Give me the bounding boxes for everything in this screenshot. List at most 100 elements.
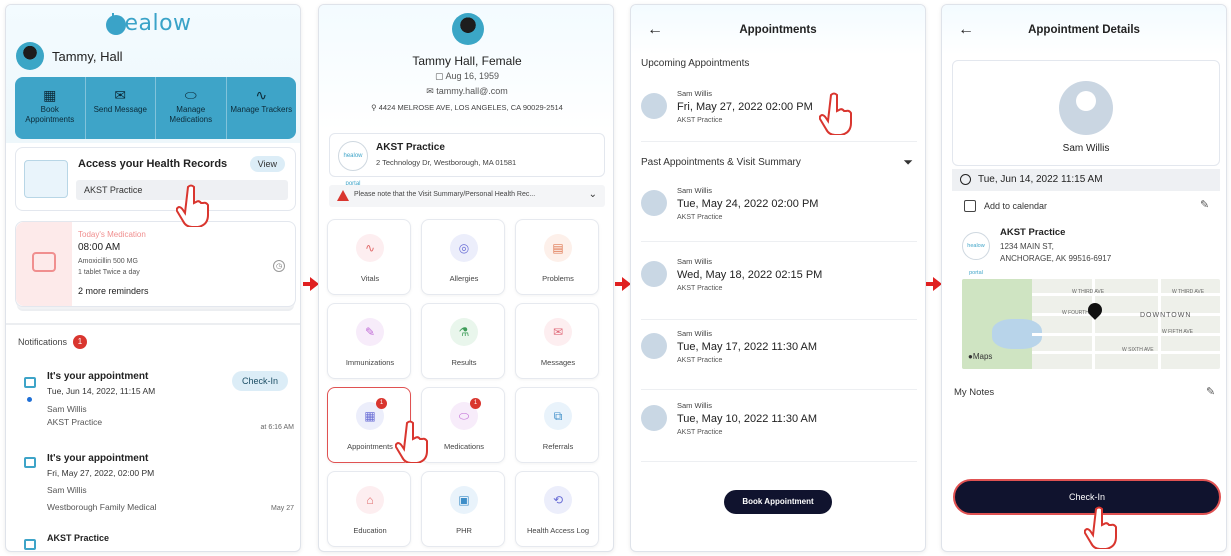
tile-education[interactable]: ⌂ Education xyxy=(327,471,411,547)
flow-arrow-icon xyxy=(615,276,631,292)
tile-problems[interactable]: ▤ Problems xyxy=(515,219,599,295)
patient-name: Tammy Hall, Female xyxy=(412,54,522,68)
page-title: Appointments xyxy=(739,24,817,36)
book-appointments-button[interactable]: ▦ Book Appointments xyxy=(15,77,86,139)
tile-referrals[interactable]: ⧉ Referrals xyxy=(515,387,599,463)
my-notes-label: My Notes xyxy=(954,387,995,398)
pulse-icon: ∿ xyxy=(255,87,268,103)
notifications-header: Notifications 1 xyxy=(18,335,88,349)
appointment-item-past[interactable]: Sam Willis Tue, May 24, 2022 02:00 PM AK… xyxy=(641,186,913,230)
divider xyxy=(6,323,300,325)
filter-icon[interactable]: ⏷ xyxy=(903,155,913,170)
tile-health-access-log[interactable]: ⟲ Health Access Log xyxy=(515,471,599,547)
medications-badge: 1 xyxy=(470,398,481,409)
tile-phr[interactable]: ▣ PHR xyxy=(421,471,505,547)
pencil-icon[interactable]: ✎ xyxy=(1206,385,1215,398)
appointment-item-past[interactable]: Sam Willis Wed, May 18, 2022 02:15 PM AK… xyxy=(641,257,913,301)
calendar-search-icon: ▦ xyxy=(43,87,57,103)
calendar-icon xyxy=(24,457,36,468)
flow-arrow-icon xyxy=(926,276,942,292)
medication-icon xyxy=(32,252,56,272)
avatar xyxy=(16,42,44,70)
calendar-icon xyxy=(24,377,36,388)
tile-label: Results xyxy=(451,358,477,367)
user-profile-row[interactable]: Tammy, Hall xyxy=(16,42,123,70)
practice-logo: healow portal xyxy=(962,232,990,276)
send-message-button[interactable]: ✉ Send Message xyxy=(86,77,156,139)
access-log-icon: ⟲ xyxy=(544,486,572,514)
tile-medications[interactable]: ⬭ 1 Medications xyxy=(421,387,505,463)
appointment-datetime: Tue, May 10, 2022 11:30 AM xyxy=(677,413,818,425)
appointment-datetime-bar: Tue, Jun 14, 2022 11:15 AM xyxy=(952,169,1220,191)
warning-icon xyxy=(337,190,349,201)
email-text: tammy.hall@.com xyxy=(436,86,508,96)
records-folder-icon xyxy=(24,160,68,198)
tile-label: Education xyxy=(353,526,387,535)
map-street-label: W THIRD AVE xyxy=(1172,289,1205,295)
appointment-datetime: Tue, May 17, 2022 11:30 AM xyxy=(677,341,818,353)
more-reminders-link[interactable]: 2 more reminders xyxy=(78,286,149,296)
location-map[interactable]: W THIRD AVE W THIRD AVE W FOURTH AVE W F… xyxy=(962,279,1220,369)
tile-vitals[interactable]: ∿ Vitals xyxy=(327,219,411,295)
tile-messages[interactable]: ✉ Messages xyxy=(515,303,599,379)
appointment-item-past[interactable]: Sam Willis Tue, May 10, 2022 11:30 AM AK… xyxy=(641,401,913,445)
medication-card[interactable]: Today's Medication 08:00 AM Amoxicillin … xyxy=(15,221,296,307)
notice-banner[interactable]: Please note that the Visit Summary/Perso… xyxy=(329,185,605,207)
practice-card[interactable]: healow portal AKST Practice 2 Technology… xyxy=(329,133,605,187)
appointment-datetime: Tue, May 24, 2022 02:00 PM xyxy=(677,198,819,210)
flow-arrow-icon xyxy=(303,276,319,292)
book-appointment-button[interactable]: Book Appointment xyxy=(724,490,832,514)
appointment-item-past[interactable]: Sam Willis Tue, May 17, 2022 11:30 AM AK… xyxy=(641,329,913,373)
patient-dashboard-screen: Tammy Hall, Female ▢ Aug 16, 1959 ✉ tamm… xyxy=(318,4,614,552)
envelope-icon: ✉ xyxy=(426,86,437,96)
appointment-doctor: Sam Willis xyxy=(677,329,712,338)
health-records-card[interactable]: Access your Health Records View AKST Pra… xyxy=(15,147,296,211)
tile-results[interactable]: ⚗ Results xyxy=(421,303,505,379)
manage-medications-button[interactable]: ⬭ Manage Medications xyxy=(156,77,227,139)
appointment-doctor: Sam Willis xyxy=(677,186,712,195)
notification-time: May 27 xyxy=(271,505,294,512)
divider xyxy=(641,241,917,242)
chevron-down-icon[interactable]: ⌄ xyxy=(589,189,597,200)
manage-trackers-button[interactable]: ∿ Manage Trackers xyxy=(227,77,297,139)
appointment-datetime: Fri, May 27, 2022 02:00 PM xyxy=(677,101,813,113)
tile-immunizations[interactable]: ✎ Immunizations xyxy=(327,303,411,379)
map-road xyxy=(1032,313,1220,316)
app-logo: healow xyxy=(110,11,192,36)
view-records-button[interactable]: View xyxy=(249,156,285,172)
tile-allergies[interactable]: ◎ Allergies xyxy=(421,219,505,295)
medication-name: Amoxicillin 500 MG xyxy=(78,258,138,265)
practice-name: AKST Practice xyxy=(376,142,445,153)
phr-icon: ▣ xyxy=(450,486,478,514)
qa-label: Manage Medications xyxy=(169,105,213,124)
flask-icon: ⚗ xyxy=(450,318,478,346)
envelope-icon: ✉ xyxy=(544,318,572,346)
check-in-button[interactable]: Check-In xyxy=(232,371,289,391)
calendar-plus-icon[interactable] xyxy=(964,200,976,212)
patient-email: ✉ tammy.hall@.com xyxy=(319,86,613,97)
maps-brand: Maps xyxy=(972,352,993,361)
tile-label: Referrals xyxy=(542,442,574,451)
appointment-item-upcoming[interactable]: Sam Willis Fri, May 27, 2022 02:00 PM AK… xyxy=(641,89,913,129)
add-to-calendar-link[interactable]: Add to calendar xyxy=(984,201,1047,211)
appointment-doctor: Sam Willis xyxy=(677,257,712,266)
doctor-avatar xyxy=(641,93,667,119)
notification-practice: AKST Practice xyxy=(47,417,103,427)
practice-logo: healow portal xyxy=(338,141,368,187)
doctor-name: Sam Willis xyxy=(1062,143,1110,154)
pencil-icon[interactable]: ✎ xyxy=(1200,198,1209,211)
tile-label: Health Access Log xyxy=(526,526,590,535)
snooze-clock-icon[interactable]: ◷ xyxy=(273,260,285,272)
upcoming-section-label: Upcoming Appointments xyxy=(641,58,750,69)
tile-label: Immunizations xyxy=(345,358,395,367)
appointments-screen: ← Appointments Upcoming Appointments Sam… xyxy=(630,4,926,552)
notice-text: Please note that the Visit Summary/Perso… xyxy=(354,191,536,198)
tile-label: Vitals xyxy=(360,274,380,283)
clock-icon xyxy=(960,174,971,185)
notification-title: It's your appointment xyxy=(47,371,149,382)
notification-date: Fri, May 27, 2022, 02:00 PM xyxy=(47,468,155,478)
problems-icon: ▤ xyxy=(544,234,572,262)
qa-label: Send Message xyxy=(93,105,147,114)
notification-practice: Westborough Family Medical xyxy=(47,502,157,512)
calendar-icon: ▢ xyxy=(434,71,446,81)
